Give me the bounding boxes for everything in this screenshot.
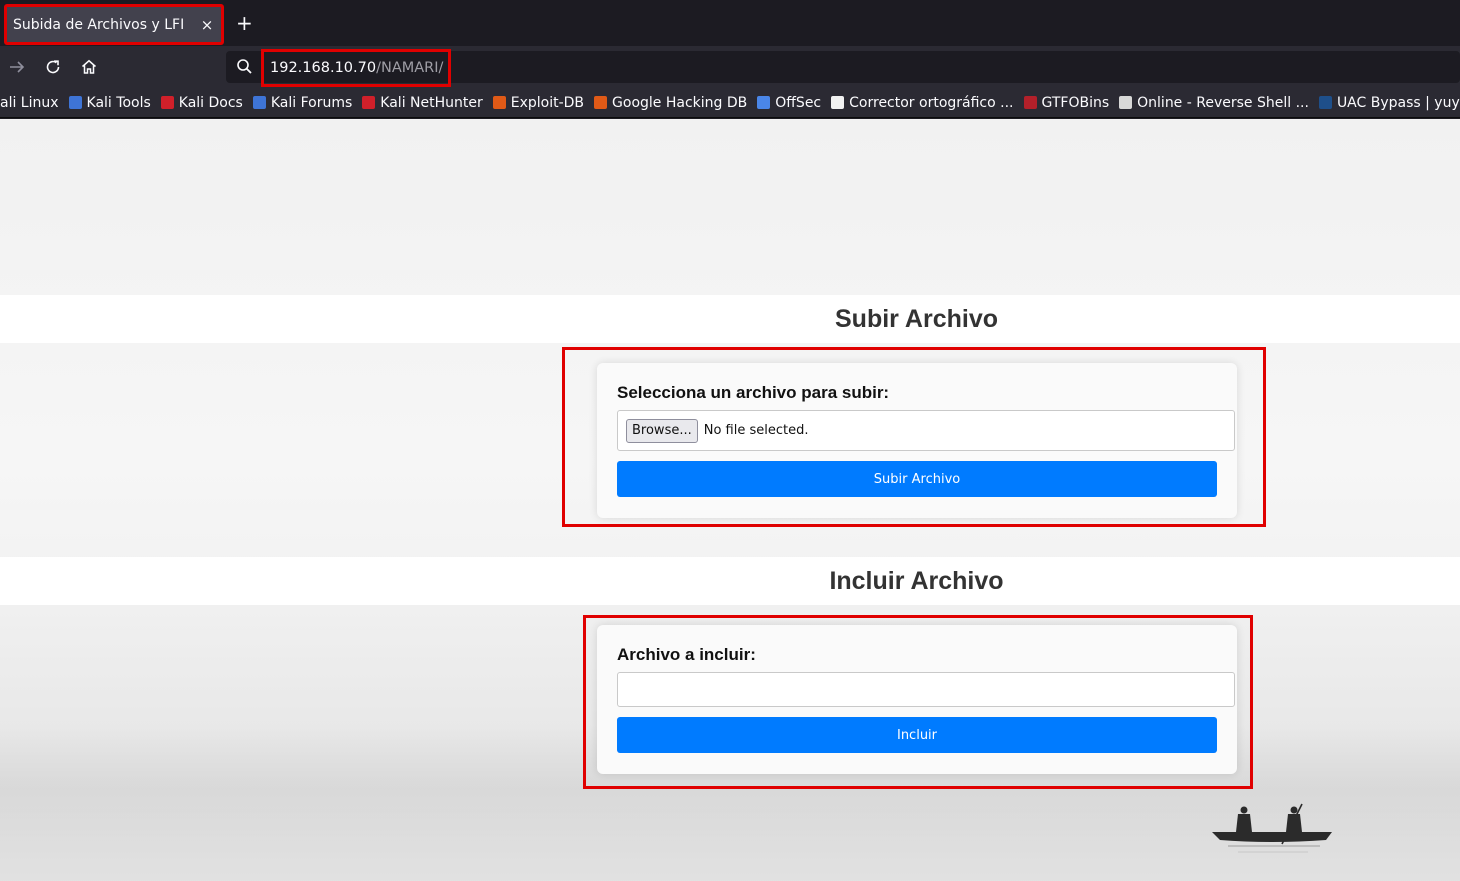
bookmark-label: Kali Forums bbox=[270, 94, 353, 111]
page-content: Subir Archivo Selecciona un archivo para… bbox=[0, 119, 1460, 881]
bookmark-item[interactable]: Kali Forums bbox=[252, 94, 353, 111]
bookmark-item[interactable]: ali Linux bbox=[0, 95, 59, 111]
bookmark-item[interactable]: Kali NetHunter bbox=[362, 94, 483, 111]
bookmark-item[interactable]: Exploit-DB bbox=[492, 94, 585, 111]
tab-close-icon[interactable]: × bbox=[199, 16, 215, 34]
bookmark-item[interactable]: GTFOBins bbox=[1023, 94, 1110, 111]
active-tab[interactable]: Subida de Archivos y LFI × bbox=[4, 4, 224, 45]
reload-icon bbox=[46, 60, 60, 74]
bookmark-label: Kali Docs bbox=[178, 94, 243, 111]
bookmark-label: Kali Tools bbox=[86, 94, 151, 111]
upload-form-card: Selecciona un archivo para subir: Browse… bbox=[597, 363, 1237, 518]
upload-submit-button[interactable]: Subir Archivo bbox=[617, 461, 1217, 497]
corrector-icon bbox=[831, 96, 845, 109]
kali-nethunter-icon bbox=[362, 96, 376, 109]
kali-docs-icon bbox=[160, 96, 174, 109]
bookmark-label: OffSec bbox=[775, 94, 822, 111]
canoe-silhouette bbox=[1212, 803, 1332, 853]
tab-title: Subida de Archivos y LFI bbox=[13, 16, 185, 33]
upload-heading-band: Subir Archivo bbox=[0, 295, 1460, 343]
skull-icon bbox=[1119, 96, 1133, 109]
bookmark-item[interactable]: Online - Reverse Shell ... bbox=[1119, 95, 1309, 111]
include-heading: Incluir Archivo bbox=[829, 566, 1004, 595]
include-submit-button[interactable]: Incluir bbox=[617, 717, 1217, 753]
uac-bypass-icon bbox=[1318, 96, 1332, 109]
bookmark-label: Corrector ortográfico ... bbox=[849, 94, 1014, 111]
bookmark-label: UAC Bypass | yuyud bbox=[1336, 94, 1460, 111]
url-host: 192.168.10.70 bbox=[270, 60, 377, 76]
bookmark-item[interactable]: OffSec bbox=[757, 95, 821, 111]
file-status: No file selected. bbox=[703, 423, 809, 438]
exploit-db-icon bbox=[492, 96, 506, 109]
google-hacking-db-icon bbox=[594, 96, 608, 109]
include-file-input[interactable] bbox=[617, 672, 1235, 707]
kali-forums-icon bbox=[252, 96, 266, 109]
bookmark-item[interactable]: UAC Bypass | yuyud bbox=[1318, 94, 1460, 111]
bookmark-label: Online - Reverse Shell ... bbox=[1137, 94, 1309, 111]
search-icon bbox=[237, 59, 252, 74]
bookmark-label: Exploit-DB bbox=[510, 94, 585, 111]
navigation-bar: 192.168.10.70/NAMARI/ bbox=[0, 46, 1460, 88]
include-label: Archivo a incluir: bbox=[617, 645, 756, 664]
url-text[interactable]: 192.168.10.70/NAMARI/ bbox=[261, 49, 451, 87]
tab-bar: Subida de Archivos y LFI × + bbox=[0, 0, 1460, 46]
browse-button[interactable]: Browse... bbox=[626, 418, 698, 443]
include-form-card: Archivo a incluir: Incluir bbox=[597, 625, 1237, 774]
bookmark-item[interactable]: Google Hacking DB bbox=[594, 95, 747, 111]
bookmark-item[interactable]: Kali Docs bbox=[160, 94, 243, 111]
bookmark-item[interactable]: Kali Tools bbox=[68, 94, 151, 111]
bookmark-label: Google Hacking DB bbox=[612, 94, 748, 111]
bookmark-label: Kali NetHunter bbox=[380, 94, 483, 111]
kali-tools-icon bbox=[68, 96, 82, 109]
gtfobins-icon bbox=[1023, 96, 1037, 109]
include-heading-band: Incluir Archivo bbox=[0, 557, 1460, 605]
forward-button[interactable] bbox=[6, 56, 28, 78]
home-button[interactable] bbox=[78, 56, 100, 78]
bookmark-label: GTFOBins bbox=[1041, 94, 1110, 111]
file-input[interactable]: Browse... No file selected. bbox=[617, 410, 1235, 451]
reload-button[interactable] bbox=[42, 56, 64, 78]
forward-arrow-icon bbox=[10, 61, 25, 73]
new-tab-button[interactable]: + bbox=[236, 12, 253, 34]
bookmark-item[interactable]: Corrector ortográfico ... bbox=[831, 94, 1014, 111]
bookmark-label: ali Linux bbox=[0, 94, 59, 111]
url-path: /NAMARI/ bbox=[376, 60, 444, 76]
bookmarks-toolbar: ali Linux Kali Tools Kali Docs Kali Forums K… bbox=[0, 88, 1460, 118]
home-icon bbox=[82, 59, 96, 74]
url-bar[interactable]: 192.168.10.70/NAMARI/ bbox=[226, 49, 1460, 87]
offsec-icon bbox=[757, 96, 771, 109]
upload-heading: Subir Archivo bbox=[835, 304, 998, 333]
upload-label: Selecciona un archivo para subir: bbox=[617, 383, 890, 402]
